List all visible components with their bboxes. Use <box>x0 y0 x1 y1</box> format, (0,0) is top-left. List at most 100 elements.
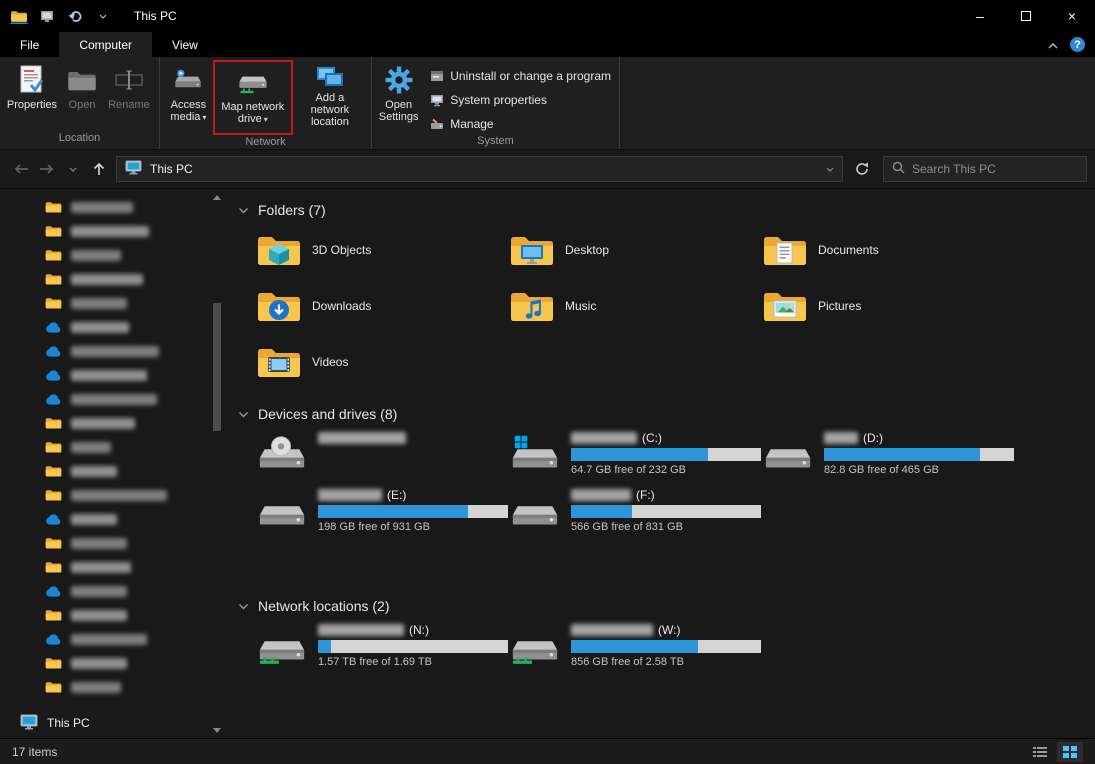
sidebar-item[interactable] <box>0 555 228 579</box>
quick-access-properties-icon[interactable] <box>36 0 58 32</box>
window-title: This PC <box>134 9 177 23</box>
undo-icon[interactable] <box>64 0 86 32</box>
drive-tile-n[interactable]: (N:)1.57 TB free of 1.69 TB <box>252 621 496 677</box>
up-button[interactable] <box>86 156 112 182</box>
address-bar[interactable]: This PC <box>116 156 843 182</box>
tab-view[interactable]: View <box>152 32 218 57</box>
rename-button[interactable]: Rename <box>104 60 154 131</box>
large-icons-view-button[interactable] <box>1057 742 1083 762</box>
sidebar-item[interactable] <box>0 219 228 243</box>
folder-tile-videos[interactable]: Videos <box>252 337 496 387</box>
drive-name: (C:) <box>571 431 761 445</box>
chevron-down-icon <box>238 207 249 214</box>
folder-tile-3d-objects[interactable]: 3D Objects <box>252 225 496 275</box>
sidebar-item[interactable] <box>0 363 228 387</box>
drive-tile-d[interactable]: (D:)82.8 GB free of 465 GB <box>758 429 1002 485</box>
redacted-label <box>71 658 127 669</box>
sidebar-item[interactable] <box>0 627 228 651</box>
sidebar-item[interactable] <box>0 651 228 675</box>
access-media-button[interactable]: Access media▾ <box>164 60 213 131</box>
drive-name: (D:) <box>824 431 1014 445</box>
scrollbar-thumb[interactable] <box>213 303 221 431</box>
capacity-bar <box>571 505 761 518</box>
sidebar-item[interactable] <box>0 483 228 507</box>
drives-grid: (C:)64.7 GB free of 232 GB(D:)82.8 GB fr… <box>252 429 1095 543</box>
folder-tile-desktop[interactable]: Desktop <box>505 225 749 275</box>
collapse-ribbon-icon[interactable] <box>1048 38 1058 52</box>
redacted-label <box>71 274 143 285</box>
open-settings-button[interactable]: Open Settings <box>376 60 421 131</box>
details-view-button[interactable] <box>1027 742 1053 762</box>
highlight-box: Map network drive▾ <box>213 60 293 135</box>
properties-button[interactable]: Properties <box>4 60 60 131</box>
open-button[interactable]: Open <box>60 60 104 131</box>
folder-icon <box>44 536 62 550</box>
sidebar-item[interactable] <box>0 267 228 291</box>
forward-button[interactable] <box>34 156 60 182</box>
uninstall-program-button[interactable]: Uninstall or change a program <box>425 65 615 86</box>
folder-tile-downloads[interactable]: Downloads <box>252 281 496 331</box>
properties-icon <box>19 63 45 97</box>
folder-tile-pictures[interactable]: Pictures <box>758 281 1002 331</box>
sidebar-this-pc-label: This PC <box>47 716 90 730</box>
sidebar-item[interactable] <box>0 243 228 267</box>
sidebar-scrollbar[interactable] <box>211 191 223 736</box>
rename-icon <box>115 63 143 97</box>
address-toolbar: This PC <box>0 150 1095 189</box>
folder-tile-documents[interactable]: Documents <box>758 225 1002 275</box>
drive-tile-w[interactable]: (W:)856 GB free of 2.58 TB <box>505 621 749 677</box>
history-chevron-icon[interactable] <box>60 156 86 182</box>
map-network-drive-button[interactable]: Map network drive▾ <box>215 62 291 133</box>
scroll-down-icon[interactable] <box>211 724 223 736</box>
sidebar-item[interactable] <box>0 603 228 627</box>
manage-button[interactable]: Manage <box>425 113 615 134</box>
folder-label: Downloads <box>312 299 371 313</box>
sidebar-item[interactable] <box>0 675 228 699</box>
sidebar-item[interactable] <box>0 459 228 483</box>
sidebar-item-this-pc[interactable]: This PC <box>0 710 90 736</box>
toolbar-chevron-down-icon[interactable] <box>92 0 114 32</box>
redacted-label <box>71 610 127 621</box>
search-input[interactable] <box>912 162 1078 176</box>
drive-letter: (W:) <box>658 623 680 637</box>
help-icon[interactable]: ? <box>1070 37 1085 52</box>
close-button[interactable]: × <box>1049 0 1095 32</box>
sidebar-item[interactable] <box>0 435 228 459</box>
free-space-text: 64.7 GB free of 232 GB <box>571 464 761 476</box>
section-header[interactable]: Devices and drives (8) <box>238 403 1095 425</box>
tab-computer[interactable]: Computer <box>59 32 152 57</box>
ribbon-tab-row: File Computer View ? <box>0 32 1095 57</box>
section-drives: Devices and drives (8)(C:)64.7 GB free o… <box>238 403 1095 543</box>
add-network-location-button[interactable]: Add a network location <box>293 60 367 131</box>
section-header[interactable]: Network locations (2) <box>238 595 1095 617</box>
section-header[interactable]: Folders (7) <box>238 199 1095 221</box>
uninstall-program-label: Uninstall or change a program <box>450 69 611 83</box>
drive-tile-e[interactable]: (E:)198 GB free of 931 GB <box>252 486 496 542</box>
minimize-button[interactable]: – <box>957 0 1003 32</box>
navigation-pane: This PC <box>0 189 228 738</box>
folder-tile-music[interactable]: Music <box>505 281 749 331</box>
sidebar-item[interactable] <box>0 531 228 555</box>
system-properties-button[interactable]: System properties <box>425 89 615 110</box>
back-button[interactable] <box>8 156 34 182</box>
drive-tile-c[interactable]: (C:)64.7 GB free of 232 GB <box>505 429 749 485</box>
sidebar-item[interactable] <box>0 387 228 411</box>
maximize-button[interactable] <box>1003 0 1049 32</box>
address-dropdown-icon[interactable] <box>826 167 834 172</box>
drive-tile-f[interactable]: (F:)566 GB free of 831 GB <box>505 486 749 542</box>
tab-file[interactable]: File <box>0 32 59 57</box>
sidebar-item[interactable] <box>0 315 228 339</box>
sidebar-item[interactable] <box>0 291 228 315</box>
search-box[interactable] <box>883 156 1087 182</box>
sidebar-item[interactable] <box>0 339 228 363</box>
folder-label: Desktop <box>565 243 609 257</box>
sidebar-item[interactable] <box>0 507 228 531</box>
sidebar-item[interactable] <box>0 579 228 603</box>
scroll-up-icon[interactable] <box>211 191 223 203</box>
sidebar-item[interactable] <box>0 195 228 219</box>
drive-tile-dvd[interactable] <box>252 429 496 485</box>
breadcrumb[interactable]: This PC <box>150 162 193 176</box>
refresh-button[interactable] <box>849 156 875 182</box>
capacity-bar <box>318 640 508 653</box>
sidebar-item[interactable] <box>0 411 228 435</box>
